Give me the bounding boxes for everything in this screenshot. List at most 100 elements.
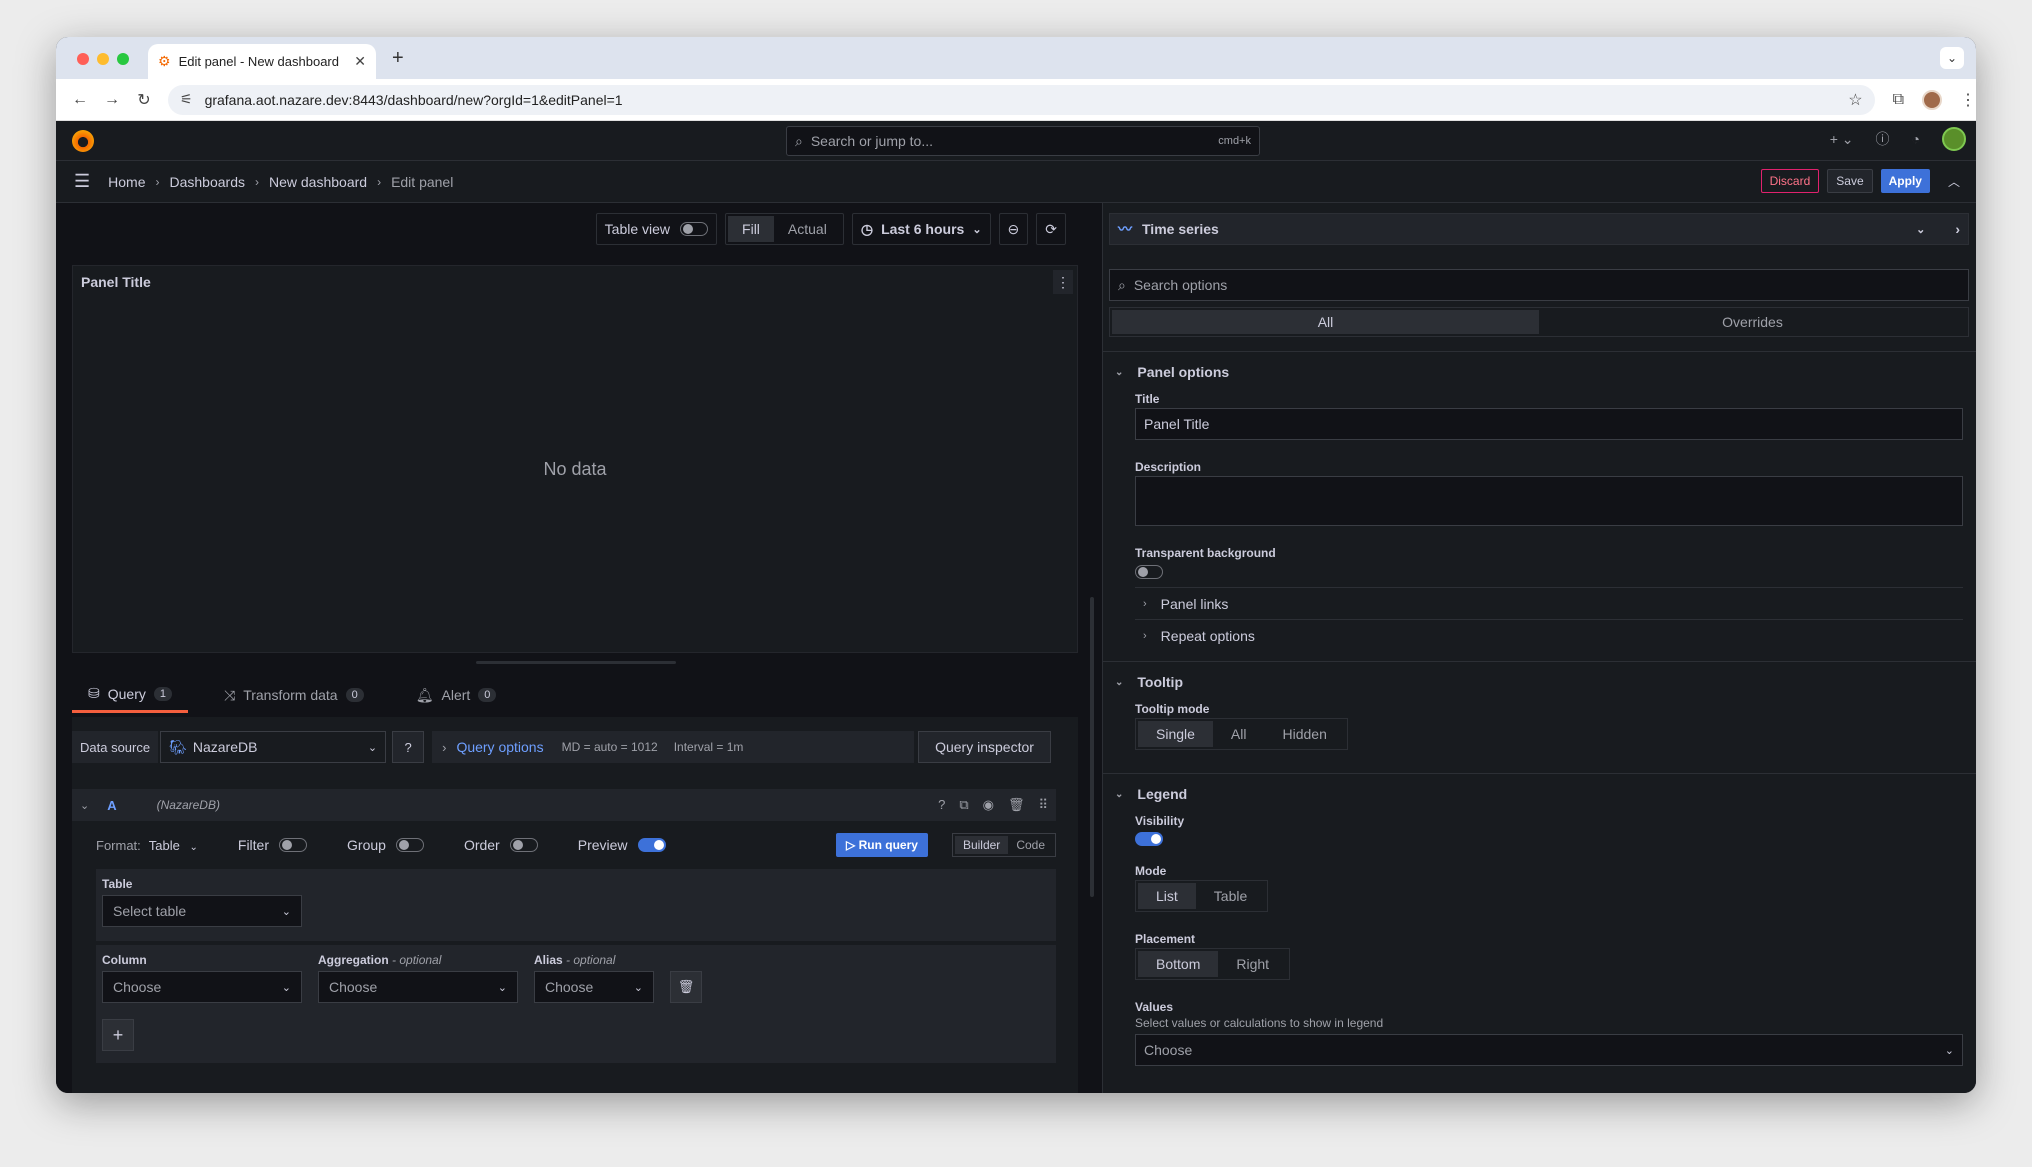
add-new-button[interactable]: + ⌄ — [1830, 131, 1854, 148]
format-select[interactable]: Table ⌄ — [149, 838, 198, 853]
query-ref-id[interactable]: A — [107, 798, 116, 813]
plus-icon: + — [112, 1024, 124, 1045]
browser-menu-icon[interactable]: ⋮ — [1960, 90, 1976, 110]
forward-icon[interactable]: → — [96, 91, 128, 109]
time-range-picker[interactable]: ◷ Last 6 hours ⌄ — [851, 213, 991, 245]
close-tab-icon[interactable]: ✕ — [354, 53, 366, 70]
scrollbar[interactable] — [1090, 597, 1094, 897]
menu-toggle-icon[interactable]: ☰ — [74, 171, 90, 192]
table-section: Table Select table ⌄ — [96, 869, 1056, 941]
resize-splitter[interactable] — [476, 661, 676, 664]
fill-option[interactable]: Fill — [728, 216, 774, 242]
run-query-button[interactable]: ▷ Run query — [836, 833, 928, 857]
minimize-window-button[interactable] — [97, 53, 109, 65]
drag-handle-icon[interactable]: ⠿ — [1038, 797, 1048, 813]
user-avatar[interactable] — [1942, 127, 1966, 151]
tab-all[interactable]: All — [1112, 310, 1539, 334]
group-switch[interactable] — [395, 838, 424, 852]
delete-column-button[interactable]: 🗑︎ — [670, 971, 702, 1003]
order-switch[interactable] — [509, 838, 538, 852]
title-input[interactable]: Panel Title — [1135, 408, 1963, 440]
breadcrumb-home[interactable]: Home — [108, 174, 145, 190]
browser-tab[interactable]: ⚙ Edit panel - New dashboard ✕ — [148, 44, 376, 79]
reload-icon[interactable]: ↻ — [128, 90, 160, 110]
help-icon[interactable]: ? — [938, 797, 945, 813]
builder-option[interactable]: Builder — [954, 836, 1009, 854]
visualization-picker[interactable]: 〰 Time series ⌄ › — [1109, 213, 1969, 245]
bookmark-star-icon[interactable]: ☆ — [1848, 90, 1862, 110]
grafana-logo-icon[interactable] — [72, 130, 94, 152]
tooltip-all-option[interactable]: All — [1213, 721, 1265, 747]
tab-alert[interactable]: 🔔︎ Alert 0 — [400, 677, 513, 713]
query-tabs: ⛁ Query 1 ⤨ Transform data 0 🔔︎ Alert 0 — [72, 677, 512, 713]
query-builder-options: Format: Table ⌄ Filter Group Order Previ… — [96, 829, 1056, 861]
extensions-icon[interactable]: ⧉ — [1893, 91, 1904, 109]
add-column-button[interactable]: + — [102, 1019, 134, 1051]
legend-header[interactable]: ⌄ Legend — [1115, 786, 1187, 802]
query-options-link[interactable]: Query options — [456, 739, 543, 755]
actual-option[interactable]: Actual — [774, 216, 841, 242]
eye-icon[interactable]: ◉ — [983, 797, 994, 813]
tab-search-button[interactable]: ⌄ — [1940, 47, 1964, 69]
collapse-chevron-icon[interactable]: ︿ — [1948, 173, 1960, 190]
url-field[interactable]: ⚟ grafana.aot.nazare.dev:8443/dashboard/… — [168, 84, 1875, 115]
panel-menu-icon[interactable]: ⋮ — [1053, 270, 1073, 294]
transparent-switch[interactable] — [1135, 565, 1163, 579]
refresh-button[interactable]: ⟳ — [1036, 213, 1066, 245]
breadcrumb-new-dashboard[interactable]: New dashboard — [269, 174, 367, 190]
postgres-icon: 🐘︎ — [169, 738, 187, 755]
tab-overrides[interactable]: Overrides — [1539, 310, 1966, 334]
back-icon[interactable]: ← — [64, 91, 96, 109]
legend-right-option[interactable]: Right — [1218, 951, 1287, 977]
code-option[interactable]: Code — [1008, 836, 1053, 854]
profile-avatar[interactable] — [1922, 89, 1942, 110]
repeat-options-row[interactable]: › Repeat options — [1135, 619, 1963, 651]
global-search[interactable]: ⌕ Search or jump to... cmd+k — [786, 126, 1260, 156]
maximize-window-button[interactable] — [117, 53, 129, 65]
new-tab-button[interactable]: + — [392, 47, 404, 70]
legend-visibility-switch[interactable] — [1135, 832, 1163, 846]
column-select[interactable]: Choose ⌄ — [102, 971, 302, 1003]
query-options-bar[interactable]: › Query options MD = auto = 1012 Interva… — [432, 731, 915, 763]
search-placeholder: Search or jump to... — [810, 133, 934, 149]
table-view-switch[interactable] — [680, 222, 709, 236]
alias-select[interactable]: Choose ⌄ — [534, 971, 654, 1003]
legend-list-option[interactable]: List — [1138, 883, 1196, 909]
datasource-picker[interactable]: 🐘︎ NazareDB ⌄ — [160, 731, 387, 763]
duplicate-icon[interactable]: ⧉ — [959, 797, 968, 813]
preview-switch[interactable] — [637, 838, 666, 852]
filter-switch[interactable] — [279, 838, 308, 852]
tab-transform[interactable]: ⤨ Transform data 0 — [208, 677, 380, 713]
panel-links-row[interactable]: › Panel links — [1135, 587, 1963, 619]
chevron-down-icon: ⌄ — [497, 981, 507, 994]
discard-button[interactable]: Discard — [1760, 169, 1820, 193]
datasource-help-icon[interactable]: ? — [392, 731, 425, 763]
breadcrumb-dashboards[interactable]: Dashboards — [170, 174, 246, 190]
aggregation-select[interactable]: Choose ⌄ — [318, 971, 518, 1003]
legend-values-select[interactable]: Choose ⌄ — [1135, 1034, 1963, 1066]
legend-bottom-option[interactable]: Bottom — [1138, 951, 1219, 977]
site-settings-icon[interactable]: ⚟ — [180, 91, 193, 108]
delete-icon[interactable]: 🗑︎ — [1008, 797, 1025, 813]
description-textarea[interactable] — [1135, 476, 1963, 526]
tooltip-mode-switch: Single All Hidden — [1135, 718, 1348, 750]
zoom-out-button[interactable]: ⊖ — [998, 213, 1029, 245]
tooltip-hidden-option[interactable]: Hidden — [1264, 721, 1344, 747]
tab-query[interactable]: ⛁ Query 1 — [72, 677, 188, 713]
apply-button[interactable]: Apply — [1880, 169, 1930, 193]
chevron-right-icon[interactable]: › — [1955, 221, 1960, 237]
collapse-chevron-icon[interactable]: ⌄ — [80, 799, 89, 812]
query-inspector-button[interactable]: Query inspector — [918, 731, 1051, 763]
legend-table-option[interactable]: Table — [1196, 883, 1265, 909]
close-window-button[interactable] — [77, 53, 89, 65]
tooltip-header[interactable]: ⌄ Tooltip — [1115, 674, 1183, 690]
clock-icon: ◷ — [860, 220, 874, 237]
help-icon[interactable]: ⓘ — [1876, 129, 1890, 149]
table-select[interactable]: Select table ⌄ — [102, 895, 302, 927]
save-button[interactable]: Save — [1827, 169, 1873, 193]
tooltip-single-option[interactable]: Single — [1138, 721, 1213, 747]
table-view-toggle[interactable]: Table view — [595, 213, 718, 245]
news-feed-icon[interactable]: ◔ — [1912, 131, 1920, 147]
options-search-input[interactable]: ⌕ Search options — [1109, 269, 1969, 301]
panel-options-header[interactable]: ⌄ Panel options — [1115, 364, 1229, 380]
